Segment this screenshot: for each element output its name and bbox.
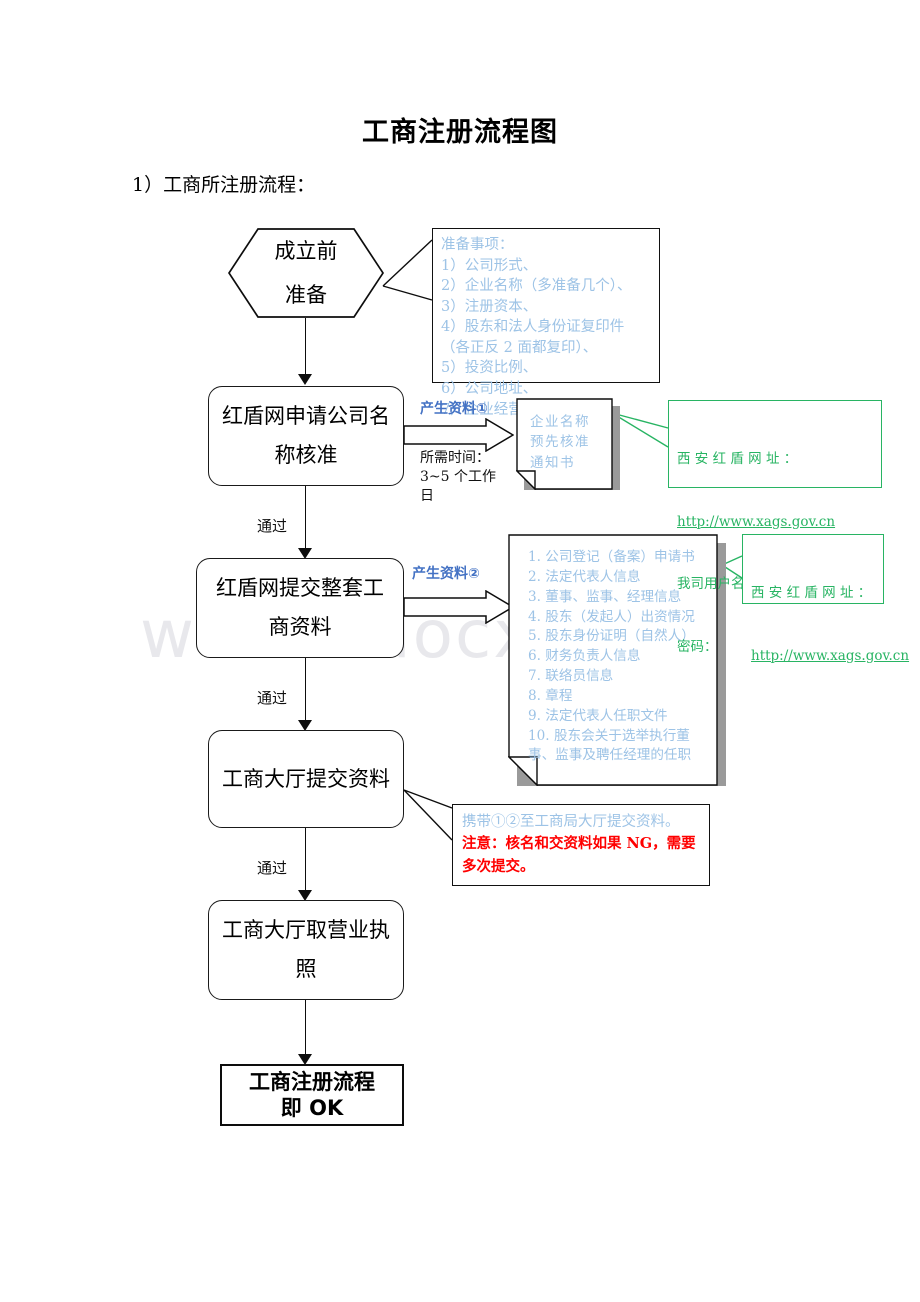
edge-label-pass-3: 通过	[257, 859, 288, 877]
connector-submit-to-hall	[305, 658, 306, 726]
callout-2-url[interactable]: http://www.xags.gov.cn	[751, 646, 909, 667]
label-produce-2: 产生资料②	[412, 566, 480, 582]
node-submit-materials-label: 红盾网提交整套工商资料	[216, 576, 384, 639]
node-namecheck[interactable]: 红盾网申请公司名称核准	[208, 386, 404, 486]
block-arrow-produce-2	[404, 590, 514, 624]
connector-license-to-done	[305, 1000, 306, 1058]
callout-hongdun-site-2: 西 安 红 盾 网 址 ： http://www.xags.gov.cn	[742, 534, 909, 664]
note-bring-materials: 携带①②至工商局大厅提交资料。 注意：核名和交资料如果 NG，需要多次提交。	[452, 804, 710, 886]
node-prep[interactable]: 成立前 准备	[228, 228, 384, 318]
callout-hongdun-site-1: 西 安 红 盾 网 址 ： http://www.xags.gov.cn 我司用…	[668, 400, 882, 655]
node-hall-submit[interactable]: 工商大厅提交资料	[208, 730, 404, 828]
callout-2-line1: 西 安 红 盾 网 址 ：	[751, 584, 872, 601]
arrowhead-namecheck	[298, 374, 312, 385]
note-blue-text: 携带①②至工商局大厅提交资料。	[462, 814, 680, 830]
node-get-license-label: 工商大厅取营业执照	[222, 918, 390, 981]
annotation-prep-items-text: 准备事项： 1）公司形式、 2）企业名称（多准备几个）、 3）注册资本、 4）股…	[441, 237, 632, 418]
connector-prep-to-namecheck	[305, 318, 306, 376]
node-hall-submit-label: 工商大厅提交资料	[222, 766, 390, 791]
label-required-time: 所需时间： 3~5 个工作日	[420, 450, 496, 504]
node-process-complete-line2: 即 OK	[280, 1096, 344, 1120]
node-namecheck-label: 红盾网申请公司名称核准	[222, 404, 390, 467]
callout-1-url[interactable]: http://www.xags.gov.cn	[677, 512, 873, 533]
edge-label-pass-2: 通过	[257, 689, 288, 707]
label-produce-1: 产生资料①	[420, 401, 488, 417]
node-get-license[interactable]: 工商大厅取营业执照	[208, 900, 404, 1000]
node-submit-materials[interactable]: 红盾网提交整套工商资料	[196, 558, 404, 658]
connector-hall-to-license	[305, 828, 306, 896]
connector-namecheck-to-submit	[305, 486, 306, 554]
callout-1-line1: 西 安 红 盾 网 址 ：	[677, 450, 798, 467]
note-red-text: 注意：核名和交资料如果 NG，需要多次提交。	[462, 835, 696, 875]
page-title: 工商注册流程图	[362, 117, 558, 148]
section-subtitle: 1）工商所注册流程：	[132, 174, 316, 196]
node-process-complete[interactable]: 工商注册流程 即 OK	[220, 1064, 404, 1126]
edge-label-pass-1: 通过	[257, 517, 288, 535]
flowchart-page: www.bdocx.com 工商注册流程图 1）工商所注册流程： 成立前 准备 …	[0, 0, 920, 1302]
annotation-prep-items: 准备事项： 1）公司形式、 2）企业名称（多准备几个）、 3）注册资本、 4）股…	[432, 228, 660, 418]
node-process-complete-line1: 工商注册流程	[249, 1069, 375, 1094]
document-name-approval-notice: 企业名称 预先核准 通知书	[516, 398, 620, 490]
